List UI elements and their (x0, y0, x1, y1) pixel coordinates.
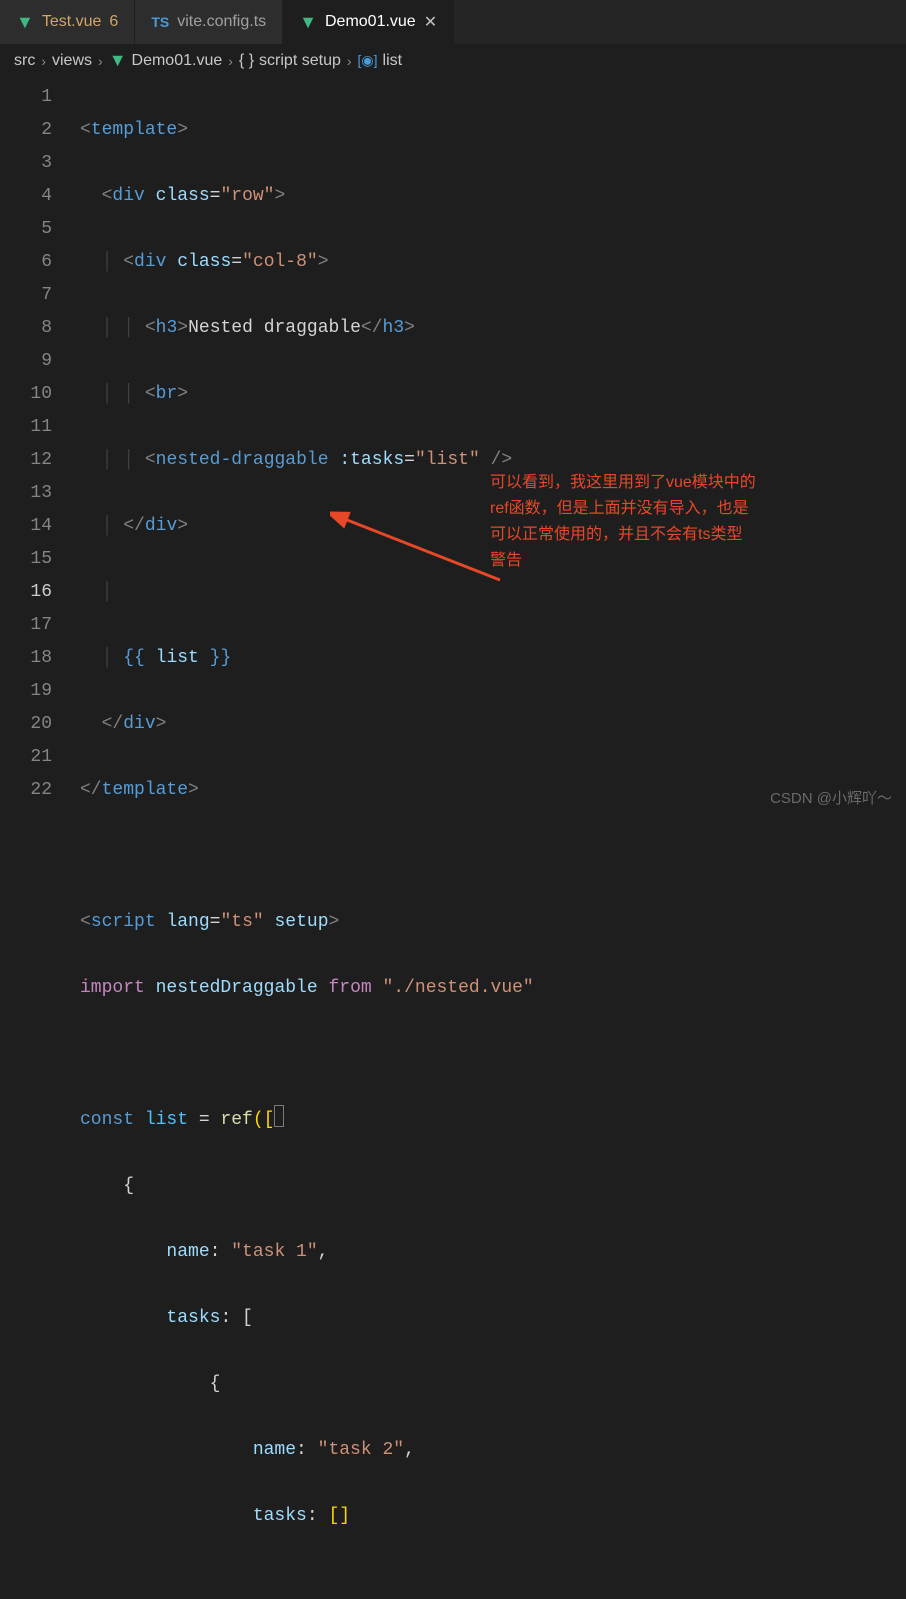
chevron-right-icon: › (347, 53, 352, 69)
tab-test-vue[interactable]: ▼ Test.vue 6 (0, 0, 135, 44)
breadcrumb-scope[interactable]: { } script setup (239, 52, 341, 70)
vue-icon: ▼ (299, 12, 317, 33)
vue-icon: ▼ (109, 50, 127, 71)
annotation-text: 可以看到，我这里用到了vue模块中的 ref函数，但是上面并没有导入，也是 可以… (490, 470, 890, 574)
tab-vite-config[interactable]: TS vite.config.ts (135, 0, 283, 44)
watermark: CSDN @小辉吖～ (770, 787, 892, 808)
chevron-right-icon: › (41, 53, 46, 69)
breadcrumb-file[interactable]: ▼ Demo01.vue (109, 50, 223, 71)
line-number-gutter: 1 2 3 4 5 6 7 8 9 10 11 12 13 14 15 16 1… (0, 81, 80, 1599)
text-cursor (274, 1105, 284, 1127)
breadcrumb: src › views › ▼ Demo01.vue › { } script … (0, 44, 906, 77)
chevron-right-icon: › (228, 53, 233, 69)
tab-label: Test.vue (42, 13, 102, 31)
code-area[interactable]: <template> <div class="row"> │ <div clas… (80, 81, 906, 1599)
ts-icon: TS (151, 14, 169, 30)
close-icon[interactable]: ✕ (424, 12, 437, 32)
code-editor[interactable]: 1 2 3 4 5 6 7 8 9 10 11 12 13 14 15 16 1… (0, 77, 906, 1599)
tab-demo01-vue[interactable]: ▼ Demo01.vue ✕ (283, 0, 454, 44)
tab-label: vite.config.ts (177, 13, 266, 31)
chevron-right-icon: › (98, 53, 103, 69)
problems-badge: 6 (109, 13, 118, 31)
breadcrumb-symbol[interactable]: [◉] list (358, 52, 403, 70)
vue-icon: ▼ (16, 12, 34, 33)
breadcrumb-src[interactable]: src (14, 52, 35, 70)
tab-bar: ▼ Test.vue 6 TS vite.config.ts ▼ Demo01.… (0, 0, 906, 44)
tab-label: Demo01.vue (325, 13, 416, 31)
breadcrumb-views[interactable]: views (52, 52, 92, 70)
variable-icon: [◉] (358, 52, 378, 69)
braces-icon: { } (239, 52, 254, 70)
